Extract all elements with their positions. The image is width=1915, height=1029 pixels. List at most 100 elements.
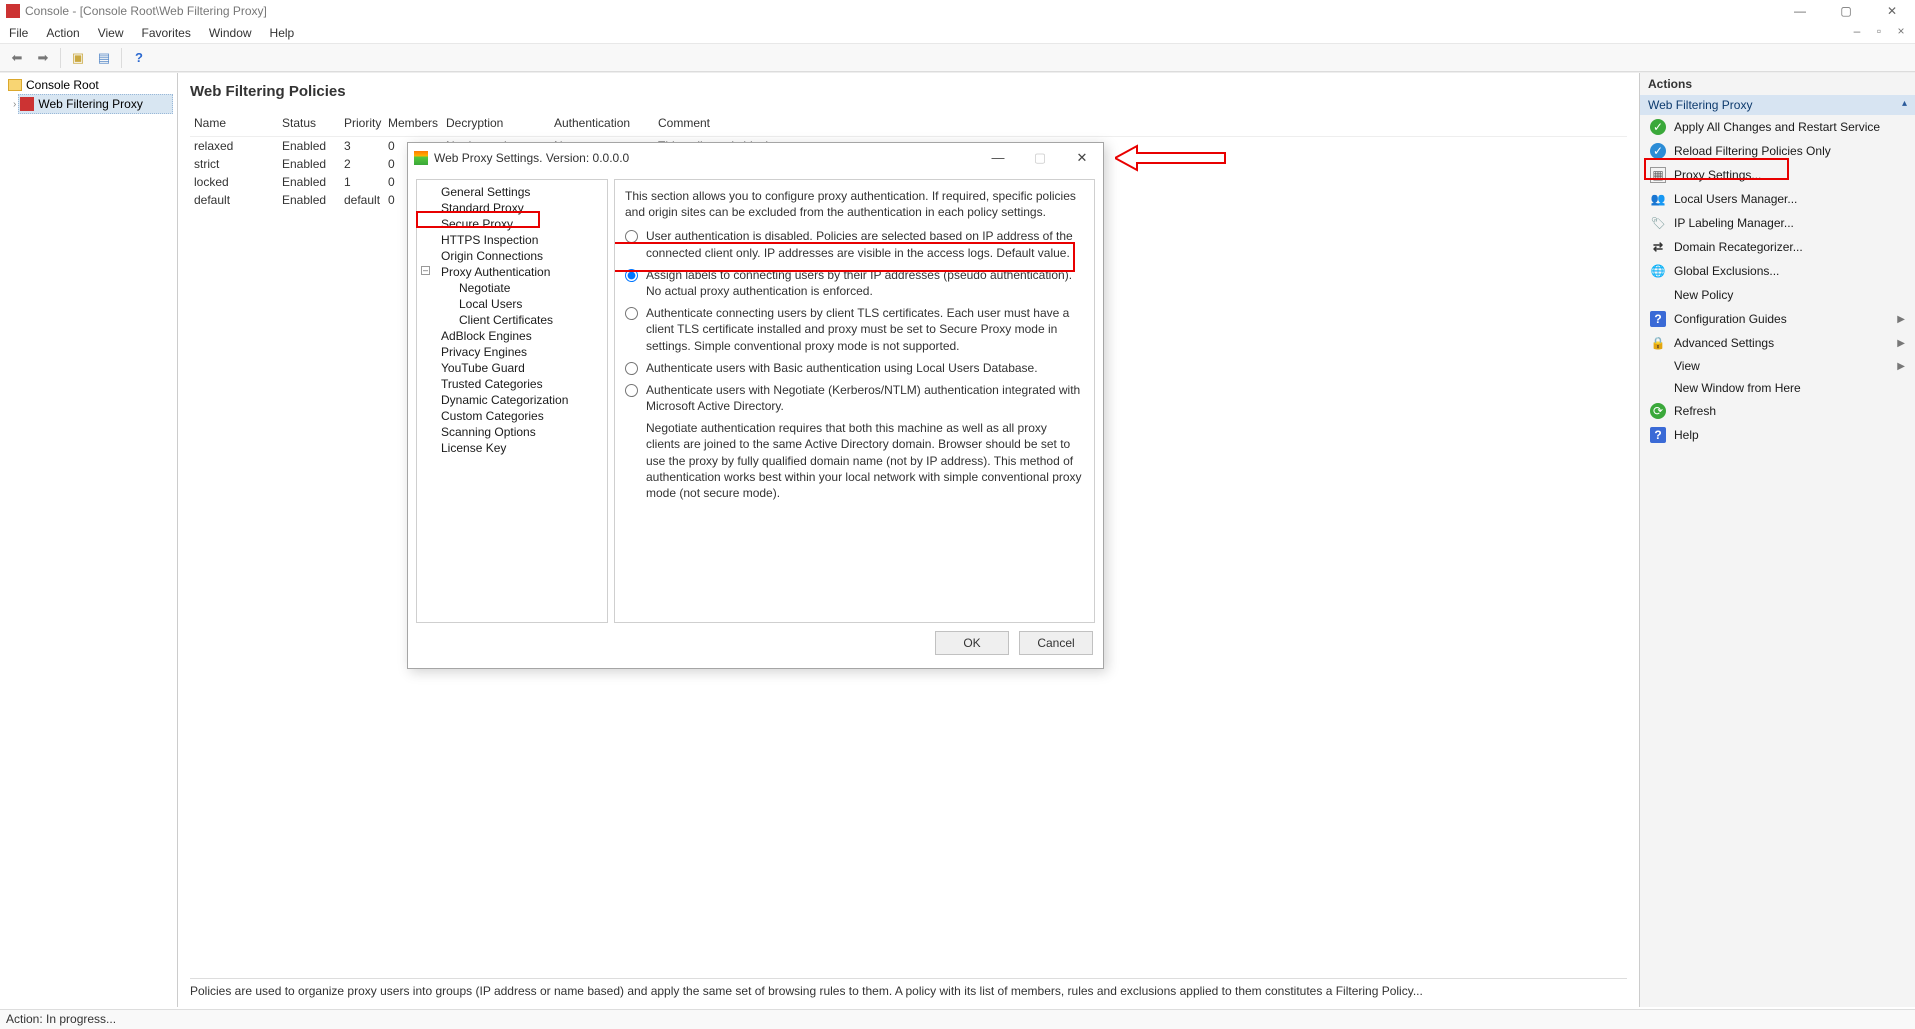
nav-adblock[interactable]: AdBlock Engines — [419, 328, 605, 344]
menu-file[interactable]: File — [0, 26, 37, 40]
dialog-title-bar[interactable]: Web Proxy Settings. Version: 0.0.0.0 — ▢… — [408, 143, 1103, 173]
properties-button[interactable]: ▤ — [93, 47, 115, 69]
tree-console-root[interactable]: Console Root — [4, 76, 173, 94]
console-tree[interactable]: Console Root › Web Filtering Proxy — [0, 73, 178, 1007]
help-icon: ? — [1650, 427, 1666, 443]
radio-option-basic[interactable]: Authenticate users with Basic authentica… — [625, 360, 1084, 376]
radio-option-negotiate[interactable]: Authenticate users with Negotiate (Kerbe… — [625, 382, 1084, 414]
cancel-button[interactable]: Cancel — [1019, 631, 1093, 655]
maximize-button[interactable]: ▢ — [1823, 0, 1869, 22]
action-config-guides[interactable]: ?Configuration Guides▶ — [1640, 307, 1915, 331]
ok-button[interactable]: OK — [935, 631, 1009, 655]
new-icon — [1650, 287, 1666, 303]
table-header: Name Status Priority Members Decryption … — [190, 110, 1627, 137]
expand-icon[interactable]: › — [13, 99, 16, 110]
nav-youtube-guard[interactable]: YouTube Guard — [419, 360, 605, 376]
col-status[interactable]: Status — [278, 114, 340, 132]
action-new-policy[interactable]: New Policy — [1640, 283, 1915, 307]
nav-secure-proxy[interactable]: Secure Proxy — [419, 216, 605, 232]
doc-restore-icon[interactable]: ▫ — [1871, 24, 1887, 40]
action-help[interactable]: ?Help — [1640, 423, 1915, 447]
nav-general-settings[interactable]: General Settings — [419, 184, 605, 200]
col-members[interactable]: Members — [384, 114, 442, 132]
action-reload-policies[interactable]: ✓Reload Filtering Policies Only — [1640, 139, 1915, 163]
nav-custom-categories[interactable]: Custom Categories — [419, 408, 605, 424]
action-proxy-settings[interactable]: ▦Proxy Settings... — [1640, 163, 1915, 187]
nav-client-certificates[interactable]: Client Certificates — [419, 312, 605, 328]
dialog-maximize[interactable]: ▢ — [1019, 143, 1061, 173]
show-hide-tree-button[interactable]: ▣ — [67, 47, 89, 69]
radio-option-tls[interactable]: Authenticate connecting users by client … — [625, 305, 1084, 354]
dialog-close[interactable]: ✕ — [1061, 143, 1103, 173]
status-bar: Action: In progress... — [0, 1009, 1915, 1029]
actions-group-header[interactable]: Web Filtering Proxy — [1640, 95, 1915, 115]
radio-basic[interactable] — [625, 362, 638, 375]
action-advanced-settings[interactable]: 🔒Advanced Settings▶ — [1640, 331, 1915, 355]
info-note: Policies are used to organize proxy user… — [190, 978, 1627, 999]
refresh-icon: ⟳ — [1650, 403, 1666, 419]
chevron-right-icon: ▶ — [1897, 314, 1905, 325]
nav-origin-connections[interactable]: Origin Connections — [419, 248, 605, 264]
help-button[interactable]: ? — [128, 47, 150, 69]
nav-dynamic-categorization[interactable]: Dynamic Categorization — [419, 392, 605, 408]
radio-negotiate[interactable] — [625, 384, 638, 397]
toolbar: ⬅ ➡ ▣ ▤ ? — [0, 44, 1915, 72]
doc-minimize-icon[interactable]: – — [1849, 24, 1865, 40]
tree-web-filtering-proxy[interactable]: › Web Filtering Proxy — [18, 94, 173, 114]
action-new-window[interactable]: New Window from Here — [1640, 377, 1915, 399]
menu-action[interactable]: Action — [37, 26, 88, 40]
app-icon — [6, 4, 20, 18]
nav-scanning-options[interactable]: Scanning Options — [419, 424, 605, 440]
col-authentication[interactable]: Authentication — [550, 114, 654, 132]
actions-header: Actions — [1640, 73, 1915, 95]
dialog-icon — [414, 151, 428, 165]
menu-favorites[interactable]: Favorites — [133, 26, 200, 40]
action-domain-recategorizer[interactable]: ⇄Domain Recategorizer... — [1640, 235, 1915, 259]
action-refresh[interactable]: ⟳Refresh — [1640, 399, 1915, 423]
back-button[interactable]: ⬅ — [6, 47, 28, 69]
annotation-arrow — [1115, 142, 1235, 182]
radio-option-iplabels[interactable]: Assign labels to connecting users by the… — [625, 267, 1084, 299]
col-name[interactable]: Name — [190, 114, 278, 132]
radio-tls[interactable] — [625, 307, 638, 320]
action-view[interactable]: View▶ — [1640, 355, 1915, 377]
check-icon: ✓ — [1650, 119, 1666, 135]
nav-license-key[interactable]: License Key — [419, 440, 605, 456]
negotiate-note: Negotiate authentication requires that b… — [646, 420, 1084, 501]
minimize-button[interactable]: — — [1777, 0, 1823, 22]
dialog-content: This section allows you to configure pro… — [614, 179, 1095, 623]
forward-button[interactable]: ➡ — [32, 47, 54, 69]
close-button[interactable]: ✕ — [1869, 0, 1915, 22]
nav-trusted-categories[interactable]: Trusted Categories — [419, 376, 605, 392]
recategorize-icon: ⇄ — [1650, 239, 1666, 255]
action-ip-labeling[interactable]: 🏷IP Labeling Manager... — [1640, 211, 1915, 235]
col-priority[interactable]: Priority — [340, 114, 384, 132]
nav-negotiate[interactable]: Negotiate — [419, 280, 605, 296]
action-global-exclusions[interactable]: 🌐Global Exclusions... — [1640, 259, 1915, 283]
doc-close-icon[interactable]: × — [1893, 24, 1909, 40]
dialog-minimize[interactable]: — — [977, 143, 1019, 173]
nav-privacy[interactable]: Privacy Engines — [419, 344, 605, 360]
action-local-users[interactable]: 👥Local Users Manager... — [1640, 187, 1915, 211]
menu-help[interactable]: Help — [261, 26, 304, 40]
collapse-icon[interactable]: – — [421, 266, 430, 275]
radio-option-disabled[interactable]: User authentication is disabled. Policie… — [625, 228, 1084, 260]
action-apply-all[interactable]: ✓Apply All Changes and Restart Service — [1640, 115, 1915, 139]
nav-local-users[interactable]: Local Users — [419, 296, 605, 312]
window-title-bar: Console - [Console Root\Web Filtering Pr… — [0, 0, 1915, 22]
radio-disabled[interactable] — [625, 230, 638, 243]
nav-proxy-authentication[interactable]: – Proxy Authentication — [419, 264, 605, 280]
menu-view[interactable]: View — [89, 26, 133, 40]
menu-window[interactable]: Window — [200, 26, 261, 40]
menu-bar: File Action View Favorites Window Help –… — [0, 22, 1915, 44]
dialog-intro: This section allows you to configure pro… — [625, 188, 1084, 220]
dialog-nav-tree[interactable]: General Settings Standard Proxy Secure P… — [416, 179, 608, 623]
settings-icon: ▦ — [1650, 167, 1666, 183]
nav-https-inspection[interactable]: HTTPS Inspection — [419, 232, 605, 248]
tag-icon: 🏷 — [1650, 215, 1666, 231]
nav-standard-proxy[interactable]: Standard Proxy — [419, 200, 605, 216]
radio-iplabels[interactable] — [625, 269, 638, 282]
guide-icon: ? — [1650, 311, 1666, 327]
col-comment[interactable]: Comment — [654, 114, 1627, 132]
col-decryption[interactable]: Decryption — [442, 114, 550, 132]
